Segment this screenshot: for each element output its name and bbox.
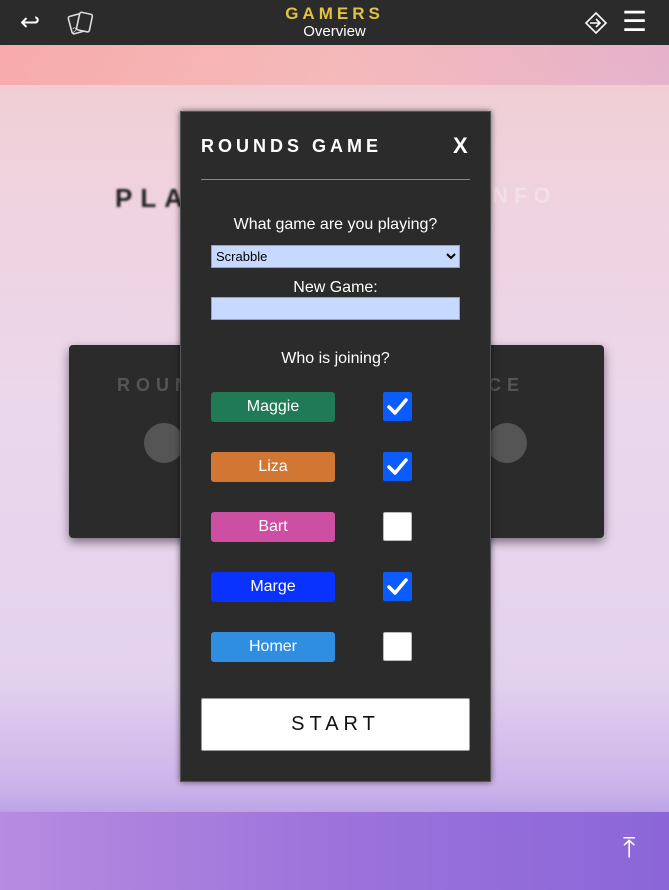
player-button-marge[interactable]: Marge bbox=[211, 572, 335, 602]
game-select[interactable]: Scrabble bbox=[211, 245, 460, 268]
top-color-band bbox=[0, 45, 669, 85]
player-button-maggie[interactable]: Maggie bbox=[211, 392, 335, 422]
scroll-to-top-icon[interactable]: ⤒ bbox=[623, 832, 635, 865]
player-checkbox-liza[interactable] bbox=[383, 452, 412, 481]
close-button[interactable]: X bbox=[453, 133, 468, 159]
player-button-bart[interactable]: Bart bbox=[211, 512, 335, 542]
dialog-title: ROUNDS GAME bbox=[201, 136, 383, 156]
start-button[interactable]: START bbox=[201, 698, 470, 751]
player-checkbox-bart[interactable] bbox=[383, 512, 412, 541]
new-game-input[interactable] bbox=[211, 297, 460, 320]
page-subtitle: Overview bbox=[303, 23, 366, 40]
title-block: GAMERS Overview bbox=[0, 5, 669, 42]
rounds-game-dialog: ROUNDS GAME X What game are you playing?… bbox=[180, 111, 491, 782]
checkmark-icon bbox=[387, 398, 408, 415]
background-card-icon-left bbox=[144, 423, 184, 463]
login-icon[interactable] bbox=[584, 11, 608, 35]
player-checkbox-maggie[interactable] bbox=[383, 392, 412, 421]
checkmark-icon bbox=[387, 458, 408, 475]
checkmark-icon bbox=[387, 578, 408, 595]
player-checkbox-marge[interactable] bbox=[383, 572, 412, 601]
player-button-homer[interactable]: Homer bbox=[211, 632, 335, 662]
brand-title: GAMERS bbox=[285, 4, 384, 23]
divider bbox=[201, 179, 470, 180]
menu-icon[interactable]: ☰ bbox=[622, 5, 647, 38]
background-card-icon-right bbox=[487, 423, 527, 463]
join-question-label: Who is joining? bbox=[281, 350, 390, 367]
new-game-label: New Game: bbox=[293, 279, 378, 296]
player-checkbox-homer[interactable] bbox=[383, 632, 412, 661]
game-question-label: What game are you playing? bbox=[233, 216, 438, 233]
background-heading-right: INFO bbox=[480, 183, 557, 208]
bottom-color-band bbox=[0, 812, 669, 890]
player-button-liza[interactable]: Liza bbox=[211, 452, 335, 482]
top-bar: ↩ 2 GAMERS Overview ☰ bbox=[0, 0, 669, 45]
